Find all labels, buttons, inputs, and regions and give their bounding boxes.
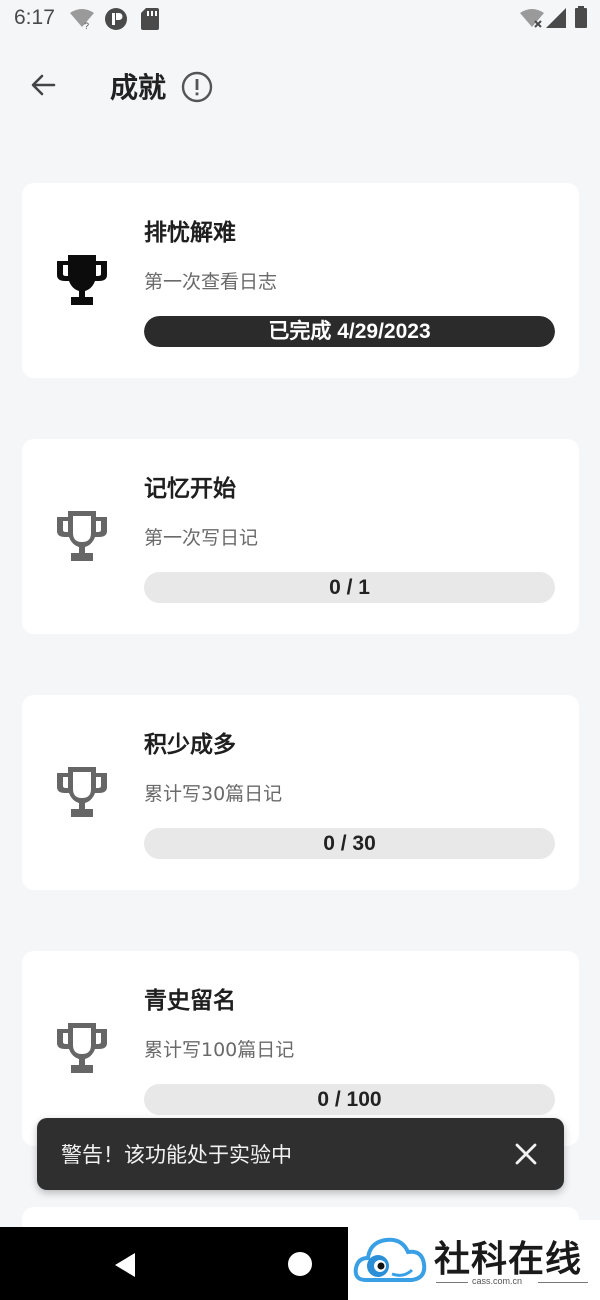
battery-icon bbox=[575, 6, 587, 28]
page-title: 成就 bbox=[110, 71, 167, 104]
achievement-title: 积少成多 bbox=[144, 732, 236, 758]
info-circle-icon bbox=[181, 71, 213, 103]
progress-text: 0 / 1 bbox=[329, 576, 370, 599]
notification-p-icon bbox=[105, 8, 127, 30]
close-icon bbox=[515, 1143, 537, 1165]
warning-snackbar: 警告！该功能处于实验中 bbox=[37, 1118, 564, 1190]
signal-icon bbox=[546, 8, 566, 28]
achievement-card[interactable]: 记忆开始 第一次写日记 0 / 1 bbox=[22, 439, 579, 634]
achievement-progress-bar: 0 / 30 bbox=[144, 828, 555, 859]
app-bar: 成就 bbox=[0, 50, 600, 120]
achievement-description: 第一次写日记 bbox=[144, 527, 259, 549]
achievement-description: 第一次查看日志 bbox=[144, 271, 278, 293]
snackbar-message: 警告！该功能处于实验中 bbox=[61, 1143, 292, 1167]
achievement-card[interactable]: 排忧解难 第一次查看日志 已完成 4/29/2023 bbox=[22, 183, 579, 378]
svg-text:?: ? bbox=[84, 21, 89, 29]
achievement-title: 青史留名 bbox=[144, 988, 236, 1014]
status-time: 6:17 bbox=[14, 6, 55, 29]
watermark-subtext: cass.com.cn bbox=[472, 1276, 523, 1286]
achievement-title: 记忆开始 bbox=[144, 476, 236, 502]
trophy-outline-icon bbox=[57, 1023, 107, 1073]
progress-text: 0 / 30 bbox=[323, 832, 376, 855]
watermark-line-left bbox=[436, 1282, 468, 1283]
achievement-progress-bar: 0 / 1 bbox=[144, 572, 555, 603]
achievement-progress-bar: 0 / 100 bbox=[144, 1084, 555, 1115]
watermark-text: 社科在线 bbox=[434, 1238, 583, 1280]
arrow-left-icon bbox=[31, 74, 56, 96]
wifi-question-icon: ? bbox=[70, 9, 94, 29]
watermark-line-right bbox=[538, 1282, 588, 1283]
achievement-description: 累计写100篇日记 bbox=[144, 1039, 295, 1061]
achievement-progress-bar: 已完成 4/29/2023 bbox=[144, 316, 555, 347]
wifi-off-icon bbox=[520, 9, 544, 28]
trophy-outline-icon bbox=[57, 767, 107, 817]
snackbar-close-button[interactable] bbox=[510, 1138, 542, 1170]
status-bar: 6:17 ? bbox=[0, 0, 600, 38]
nav-back-triangle-icon[interactable] bbox=[111, 1251, 139, 1279]
cloud-logo-icon bbox=[353, 1237, 427, 1282]
back-button[interactable] bbox=[20, 62, 66, 108]
progress-text: 已完成 4/29/2023 bbox=[268, 320, 431, 343]
achievement-card[interactable]: 积少成多 累计写30篇日记 0 / 30 bbox=[22, 695, 579, 890]
sd-card-icon bbox=[141, 8, 159, 30]
achievement-description: 累计写30篇日记 bbox=[144, 783, 283, 805]
nav-home-circle-icon[interactable] bbox=[288, 1252, 312, 1276]
achievement-card[interactable]: 青史留名 累计写100篇日记 0 / 100 bbox=[22, 951, 579, 1146]
progress-text: 0 / 100 bbox=[317, 1088, 382, 1111]
trophy-filled-icon bbox=[57, 255, 107, 305]
info-button[interactable] bbox=[180, 70, 214, 104]
watermark: 社科在线 cass.com.cn bbox=[348, 1220, 600, 1300]
achievement-title: 排忧解难 bbox=[144, 220, 236, 246]
trophy-outline-icon bbox=[57, 511, 107, 561]
